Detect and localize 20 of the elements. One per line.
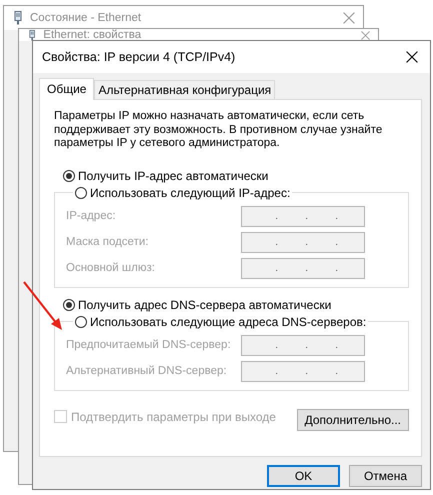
- radio-button[interactable]: Использовать следующий IP-адрес:: [73, 186, 292, 200]
- window-title: Ethernet: свойства: [43, 29, 142, 41]
- dialog-button[interactable]: Отмена: [349, 465, 422, 487]
- close-icon[interactable]: [406, 51, 418, 63]
- window-title: Состояние - Ethernet: [30, 12, 142, 24]
- field-label: Альтернативный DNS-сервер:: [66, 365, 228, 377]
- network-adapter-icon: [29, 30, 36, 40]
- field-label: IP-адрес:: [66, 210, 117, 222]
- field-label: Маска подсети:: [66, 236, 150, 248]
- description-text: Параметры IP можно назначать автоматически, если сеть поддерживает эту возможность. В противном случае узнайте параметры IP у сетевого администратора.: [54, 110, 384, 150]
- arrow: [23, 281, 62, 330]
- field-label: Предпочитаемый DNS-сервер:: [66, 339, 232, 351]
- tab[interactable]: Альтернативная конфигурация: [94, 80, 276, 99]
- radio-button[interactable]: Использовать следующие адреса DNS-серверов:: [73, 314, 368, 328]
- network-adapter-icon: [14, 11, 22, 25]
- field-label: Основной шлюз:: [66, 262, 156, 274]
- advanced-button[interactable]: Дополнительно...: [296, 408, 409, 430]
- dialog-button[interactable]: OK: [267, 465, 340, 487]
- window-title: Свойства: IP версии 4 (TCP/IPv4): [42, 50, 236, 64]
- tab[interactable]: Общие: [39, 78, 94, 100]
